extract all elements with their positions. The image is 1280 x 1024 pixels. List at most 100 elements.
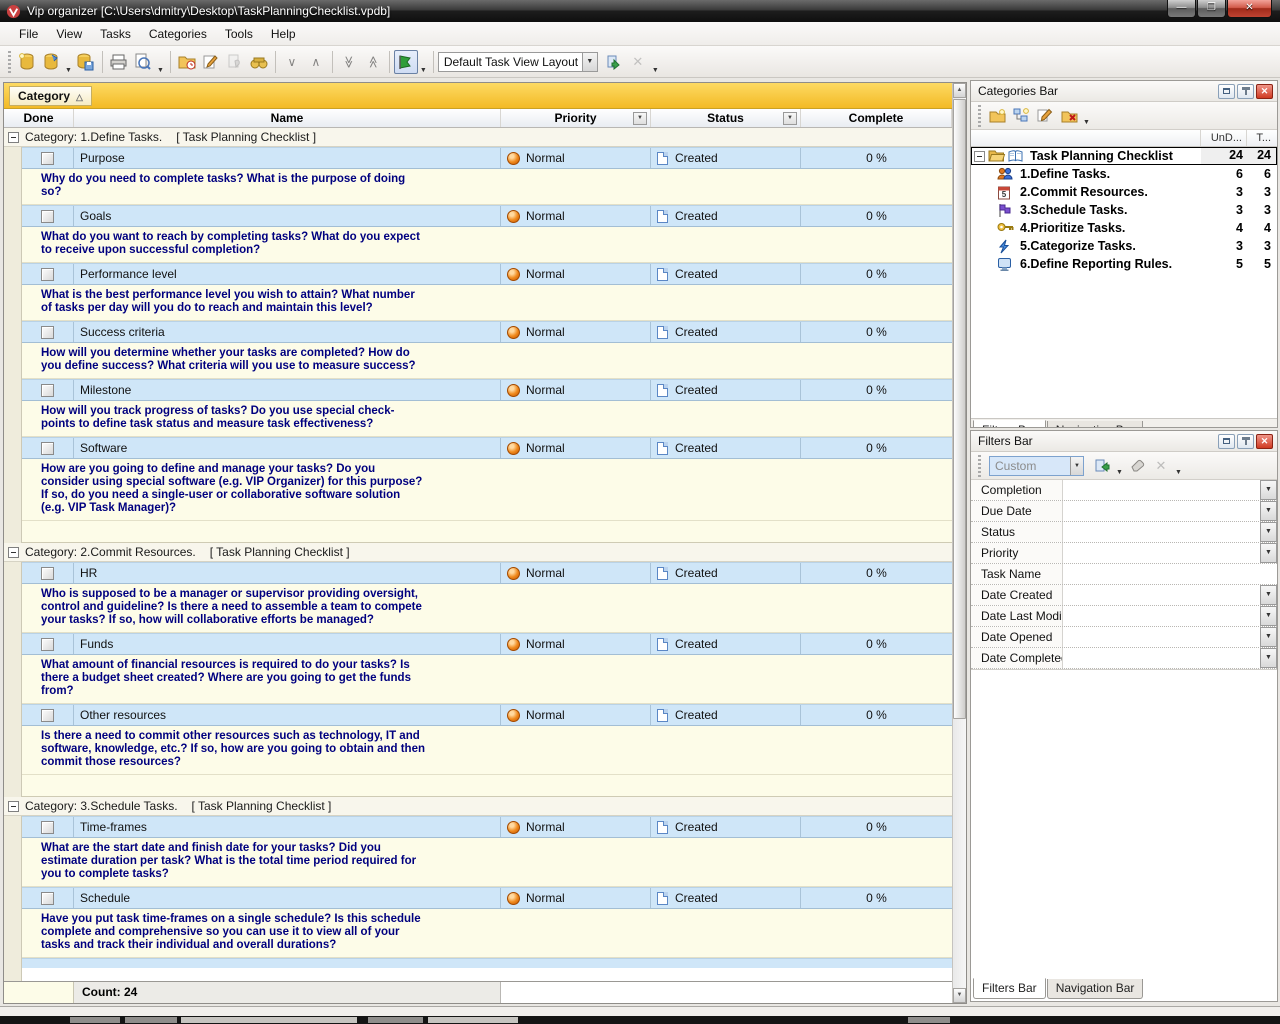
new-category-button[interactable] [985, 105, 1009, 127]
filter-value-field[interactable] [1063, 606, 1260, 626]
filter-dropdown-button[interactable]: ▼ [1260, 501, 1277, 521]
taskbar-button[interactable] [908, 1017, 950, 1023]
tab-navigation-bar[interactable]: Navigation Bar [1047, 421, 1144, 427]
task-row[interactable]: Software Normal Created 0 % [22, 437, 952, 459]
filters-toolbar-overflow-icon[interactable]: ▼ [1175, 469, 1182, 479]
open-database-dropdown-icon[interactable]: ▼ [65, 67, 72, 77]
duplicate-task-button[interactable] [223, 50, 247, 74]
filter-dropdown-button[interactable]: ▼ [1260, 627, 1277, 647]
task-priority-cell[interactable]: Normal [501, 438, 651, 458]
task-complete-cell[interactable]: 0 % [801, 888, 952, 908]
view-layout-combobox[interactable]: Default Task View Layout ▼ [438, 52, 598, 72]
tab-navigation-bar[interactable]: Navigation Bar [1047, 979, 1144, 999]
delete-layout-button[interactable]: ✕ [626, 50, 650, 74]
task-note-row[interactable]: What do you want to reach by completing … [22, 227, 952, 263]
task-priority-cell[interactable]: Normal [501, 322, 651, 342]
filter-dropdown-button[interactable]: ▼ [1260, 585, 1277, 605]
task-view-dropdown-icon[interactable]: ▼ [420, 67, 427, 77]
category-tree-row[interactable]: Task Planning Checklist 24 24 [971, 147, 1277, 165]
panel-close-button[interactable]: ✕ [1256, 434, 1273, 449]
filter-value-field[interactable] [1063, 585, 1260, 605]
task-note-row[interactable]: How will you track progress of tasks? Do… [22, 401, 952, 437]
task-priority-cell[interactable]: Normal [501, 888, 651, 908]
task-done-checkbox[interactable] [41, 821, 54, 834]
tab-filters-bar[interactable]: Filters Bar [973, 420, 1046, 427]
task-note-row[interactable]: Is there a need to commit other resource… [22, 726, 952, 775]
categories-toolbar-overflow-icon[interactable]: ▼ [1083, 119, 1090, 129]
group-by-category-button[interactable]: Category△ [9, 86, 92, 106]
task-note-row[interactable]: What amount of financial resources is re… [22, 655, 952, 704]
task-name-cell[interactable]: Purpose [74, 148, 501, 168]
task-done-checkbox[interactable] [41, 567, 54, 580]
column-header-status[interactable]: Status ▼ [651, 109, 801, 127]
task-status-cell[interactable]: Created [651, 563, 801, 583]
filter-preset-dropdown-icon[interactable]: ▼ [1070, 457, 1083, 475]
task-priority-cell[interactable]: Normal [501, 563, 651, 583]
task-status-cell[interactable]: Created [651, 206, 801, 226]
task-note-row[interactable]: Have you put task time-frames on a singl… [22, 909, 952, 958]
task-note-row[interactable]: What is the best performance level you w… [22, 285, 952, 321]
filters-bar-header[interactable]: Filters Bar ✕ [971, 431, 1277, 452]
taskbar-button[interactable] [70, 1017, 120, 1023]
task-row[interactable]: Purpose Normal Created 0 % [22, 147, 952, 169]
print-preview-dropdown-icon[interactable]: ▼ [157, 67, 164, 77]
task-row[interactable]: Other resources Normal Created 0 % [22, 704, 952, 726]
task-row[interactable]: Funds Normal Created 0 % [22, 633, 952, 655]
categories-bar-header[interactable]: Categories Bar ✕ [971, 81, 1277, 102]
task-name-cell[interactable]: Success criteria [74, 322, 501, 342]
filter-value-field[interactable] [1063, 543, 1260, 563]
task-note-row[interactable]: Who is supposed to be a manager or super… [22, 584, 952, 633]
apply-filter-button[interactable] [1090, 455, 1114, 477]
taskbar-button[interactable] [368, 1017, 423, 1023]
panel-pin-button[interactable] [1237, 434, 1254, 449]
task-row[interactable]: Success criteria Normal Created 0 % [22, 321, 952, 343]
new-database-button[interactable] [15, 50, 39, 74]
print-preview-button[interactable] [131, 50, 155, 74]
task-name-cell[interactable]: Milestone [74, 380, 501, 400]
move-up-button[interactable]: ∧ [304, 50, 328, 74]
view-layout-dropdown-icon[interactable]: ▼ [582, 53, 597, 71]
taskbar-button[interactable] [181, 1017, 357, 1023]
menu-item[interactable]: Help [262, 24, 305, 44]
window-titlebar[interactable]: Vip organizer [C:\Users\dmitry\Desktop\T… [0, 0, 1280, 22]
status-filter-button[interactable]: ▼ [783, 112, 797, 125]
task-note-row[interactable]: What are the start date and finish date … [22, 838, 952, 887]
task-status-cell[interactable]: Created [651, 817, 801, 837]
new-subcategory-button[interactable] [1009, 105, 1033, 127]
filter-value-field[interactable] [1063, 522, 1260, 542]
category-tree-row[interactable]: 3.Schedule Tasks. 3 3 [971, 201, 1277, 219]
task-name-cell[interactable]: Goals [74, 206, 501, 226]
task-complete-cell[interactable]: 0 % [801, 148, 952, 168]
open-database-button[interactable] [39, 50, 63, 74]
task-status-cell[interactable]: Created [651, 148, 801, 168]
task-complete-cell[interactable]: 0 % [801, 380, 952, 400]
edit-task-button[interactable] [199, 50, 223, 74]
panel-pin-button[interactable] [1237, 84, 1254, 99]
filter-preset-combobox[interactable]: Custom ▼ [989, 456, 1084, 476]
toolbar-grip[interactable] [8, 51, 11, 73]
filter-value-field[interactable] [1063, 648, 1260, 668]
task-row[interactable]: HR Normal Created 0 % [22, 562, 952, 584]
search-button[interactable] [247, 50, 271, 74]
task-priority-cell[interactable]: Normal [501, 380, 651, 400]
group-by-bar[interactable]: Category△ [4, 83, 952, 109]
toolbar-grip[interactable] [978, 105, 981, 127]
column-header-undone[interactable]: UnD... [1201, 130, 1247, 146]
task-row[interactable]: Schedule Normal Created 0 % [22, 887, 952, 909]
new-task-button[interactable] [175, 50, 199, 74]
move-down-button[interactable]: ∨ [280, 50, 304, 74]
task-note-row[interactable]: How are you going to define and manage y… [22, 459, 952, 521]
toolbar-overflow-icon[interactable]: ▼ [652, 67, 659, 77]
edit-category-button[interactable] [1033, 105, 1057, 127]
task-row[interactable]: Goals Normal Created 0 % [22, 205, 952, 227]
menu-item[interactable]: Tools [216, 24, 262, 44]
task-complete-cell[interactable]: 0 % [801, 264, 952, 284]
scrollbar-thumb[interactable] [953, 99, 966, 719]
task-done-checkbox[interactable] [41, 709, 54, 722]
task-status-cell[interactable]: Created [651, 438, 801, 458]
filter-dropdown-button[interactable]: ▼ [1260, 606, 1277, 626]
task-status-cell[interactable]: Created [651, 380, 801, 400]
delete-category-button[interactable] [1057, 105, 1081, 127]
category-tree-row[interactable]: 6.Define Reporting Rules. 5 5 [971, 255, 1277, 273]
filter-value-field[interactable] [1063, 564, 1277, 584]
